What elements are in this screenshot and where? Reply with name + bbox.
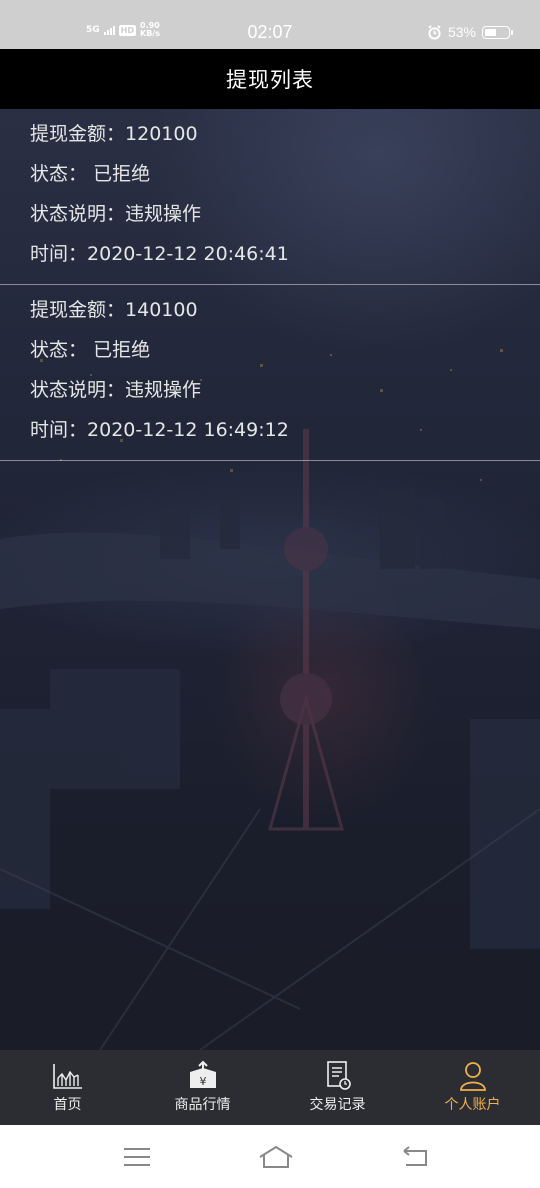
- time-value: 2020-12-12 20:46:41: [87, 243, 289, 265]
- tab-home[interactable]: 首页: [0, 1050, 135, 1125]
- battery-level: [485, 28, 497, 36]
- time-row: 时间：2020-12-12 16:49:12: [30, 417, 540, 457]
- status-value: 已拒绝: [93, 163, 151, 185]
- list-item[interactable]: 提现金额：120100 状态： 已拒绝 状态说明：违规操作 时间：2020-12…: [0, 109, 540, 285]
- tab-label: 商品行情: [174, 1097, 231, 1113]
- status-right-indicators: 53%: [427, 24, 513, 40]
- time-value: 2020-12-12 16:49:12: [87, 419, 289, 441]
- note-label: 状态说明：: [30, 203, 126, 225]
- note-row: 状态说明：违规操作: [30, 377, 540, 417]
- time-row: 时间：2020-12-12 20:46:41: [30, 241, 540, 281]
- status-label: 状态：: [30, 339, 88, 361]
- document-clock-icon: [326, 1061, 351, 1090]
- menu-icon[interactable]: [122, 1145, 152, 1169]
- status-label: 状态：: [30, 163, 88, 185]
- battery-percent: 53%: [447, 24, 476, 40]
- tab-label: 个人账户: [444, 1097, 501, 1113]
- note-value: 违规操作: [125, 203, 202, 225]
- amount-label: 提现金额：: [30, 123, 126, 145]
- amount-row: 提现金额：120100: [30, 121, 540, 161]
- status-bar: 5G HD 0.90 KB/s 02:07 53%: [0, 0, 540, 49]
- time-label: 时间：: [30, 243, 88, 265]
- note-label: 状态说明：: [30, 379, 126, 401]
- title-bar: 提现列表: [0, 49, 540, 109]
- status-value: 已拒绝: [93, 339, 151, 361]
- alarm-icon: [428, 24, 441, 40]
- tab-label: 交易记录: [309, 1097, 366, 1113]
- amount-label: 提现金额：: [30, 299, 126, 321]
- tab-label: 首页: [53, 1097, 82, 1113]
- withdrawal-list: 提现金额：120100 状态： 已拒绝 状态说明：违规操作 时间：2020-12…: [0, 109, 540, 461]
- svg-text:¥: ¥: [199, 1075, 206, 1088]
- home-icon[interactable]: [257, 1145, 295, 1169]
- amount-value: 140100: [125, 299, 198, 321]
- bottom-tab-bar: 首页 ¥ 商品行情 交易记录 个人账户: [0, 1050, 540, 1125]
- tab-trade-records[interactable]: 交易记录: [270, 1050, 405, 1125]
- note-row: 状态说明：违规操作: [30, 201, 540, 241]
- user-icon: [459, 1062, 486, 1091]
- amount-value: 120100: [125, 123, 198, 145]
- system-nav-bar: [0, 1125, 540, 1188]
- amount-row: 提现金额：140100: [30, 297, 540, 337]
- yen-box-icon: ¥: [189, 1060, 216, 1088]
- back-icon[interactable]: [400, 1145, 430, 1169]
- time-label: 时间：: [30, 419, 88, 441]
- tab-market[interactable]: ¥ 商品行情: [135, 1050, 270, 1125]
- tab-account[interactable]: 个人账户: [405, 1050, 540, 1125]
- battery-icon: [482, 25, 513, 39]
- status-row: 状态： 已拒绝: [30, 161, 540, 201]
- note-value: 违规操作: [125, 379, 202, 401]
- page-title: 提现列表: [226, 68, 314, 92]
- list-item[interactable]: 提现金额：140100 状态： 已拒绝 状态说明：违规操作 时间：2020-12…: [0, 285, 540, 461]
- status-row: 状态： 已拒绝: [30, 337, 540, 377]
- chart-icon: [52, 1064, 82, 1089]
